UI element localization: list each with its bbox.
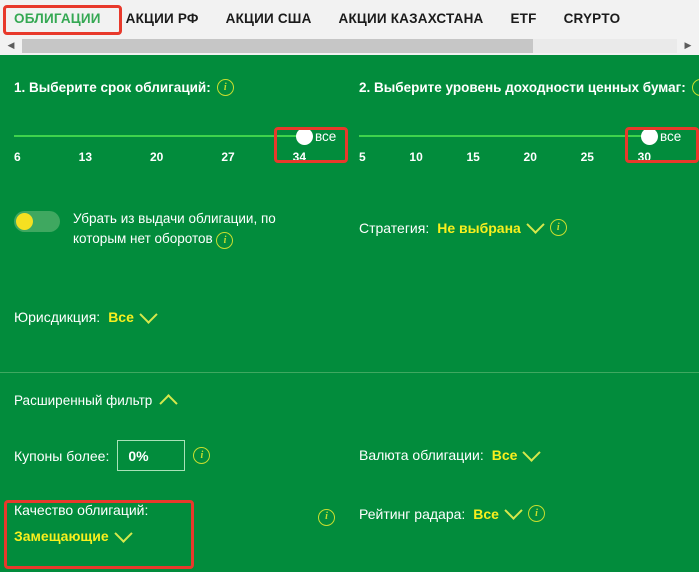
step2-title-row: 2. Выберите уровень доходности ценных бу… <box>359 79 699 96</box>
advanced-filter-toggle[interactable]: Расширенный фильтр <box>14 393 175 408</box>
toggle-knob <box>16 213 33 230</box>
step1-slider[interactable]: все 6 13 20 27 34 <box>14 117 344 171</box>
scroll-right-arrow-icon[interactable]: ▶ <box>677 37 699 55</box>
quality-label: Качество облигаций: <box>14 502 148 518</box>
term-slider-knob[interactable] <box>296 128 313 145</box>
tab-stocks-rf[interactable]: АКЦИИ РФ <box>126 11 199 26</box>
yield-slider-track[interactable] <box>359 135 647 137</box>
strategy-value[interactable]: Не выбрана <box>437 220 521 236</box>
quality-value[interactable]: Замещающие <box>14 528 109 544</box>
step2-slider[interactable]: все 5 10 15 20 25 30 <box>359 117 689 171</box>
filter-panel: 1. Выберите срок облигаций: i все 6 13 2… <box>0 59 699 572</box>
advanced-filter-chevron-up-icon[interactable] <box>160 394 178 412</box>
yield-tick-4: 25 <box>581 150 594 164</box>
tab-stocks-usa[interactable]: АКЦИИ США <box>226 11 312 26</box>
jurisdiction-chevron-down-icon[interactable] <box>139 305 157 323</box>
step2-title: 2. Выберите уровень доходности ценных бу… <box>359 80 686 95</box>
tab-bar: ОБЛИГАЦИИ АКЦИИ РФ АКЦИИ США АКЦИИ КАЗАХ… <box>0 0 699 36</box>
term-tick-2: 20 <box>150 150 163 164</box>
jurisdiction-label: Юрисдикция: <box>14 309 100 325</box>
term-slider-ticks: 6 13 20 27 34 <box>14 150 306 164</box>
jurisdiction-value[interactable]: Все <box>108 309 134 325</box>
yield-slider-ticks: 5 10 15 20 25 30 <box>359 150 651 164</box>
term-tick-3: 27 <box>221 150 234 164</box>
yield-tick-3: 20 <box>524 150 537 164</box>
quality-chevron-down-icon[interactable] <box>114 524 132 542</box>
term-slider-value: все <box>315 129 336 144</box>
tab-obligations[interactable]: ОБЛИГАЦИИ <box>14 11 101 26</box>
turnover-toggle-label: Убрать из выдачи облигации, по которым н… <box>73 209 305 249</box>
step2-section: 2. Выберите уровень доходности ценных бу… <box>359 79 699 96</box>
yield-tick-1: 10 <box>409 150 422 164</box>
scroll-left-arrow-icon[interactable]: ◀ <box>0 37 22 55</box>
quality-info-wrap: i <box>318 506 335 526</box>
rating-label: Рейтинг радара: <box>359 506 465 522</box>
term-tick-1: 13 <box>79 150 92 164</box>
term-tick-0: 6 <box>14 150 21 164</box>
rating-row: Рейтинг радара: Все i <box>359 505 545 522</box>
step1-title-row: 1. Выберите срок облигаций: i <box>14 79 234 96</box>
rating-value[interactable]: Все <box>473 506 499 522</box>
coupons-label: Купоны более: <box>14 448 109 464</box>
yield-tick-5: 30 <box>638 150 651 164</box>
tab-scrollbar[interactable]: ◀ ▶ <box>0 36 699 58</box>
currency-chevron-down-icon[interactable] <box>523 443 541 461</box>
quality-info-icon[interactable]: i <box>318 509 335 526</box>
turnover-toggle-text: Убрать из выдачи облигации, по которым н… <box>73 211 276 246</box>
strategy-row: Стратегия: Не выбрана i <box>359 219 567 236</box>
coupons-row: Купоны более: i <box>14 440 210 471</box>
scrollbar-thumb[interactable] <box>22 39 533 53</box>
step1-info-icon[interactable]: i <box>217 79 234 96</box>
rating-chevron-down-icon[interactable] <box>504 501 522 519</box>
quality-row: Качество облигаций: Замещающие <box>14 502 148 544</box>
yield-slider-knob[interactable] <box>641 128 658 145</box>
step2-info-icon[interactable]: i <box>692 79 699 96</box>
jurisdiction-row: Юрисдикция: Все <box>14 309 155 325</box>
section-divider <box>0 372 699 373</box>
yield-slider[interactable]: все 5 10 15 20 25 30 <box>359 117 689 171</box>
advanced-filter-label: Расширенный фильтр <box>14 393 152 408</box>
yield-tick-2: 15 <box>466 150 479 164</box>
tab-stocks-kazakhstan[interactable]: АКЦИИ КАЗАХСТАНА <box>339 11 484 26</box>
strategy-chevron-down-icon[interactable] <box>526 215 544 233</box>
coupons-input[interactable] <box>117 440 185 471</box>
strategy-info-icon[interactable]: i <box>550 219 567 236</box>
rating-info-icon[interactable]: i <box>528 505 545 522</box>
term-tick-4: 34 <box>293 150 306 164</box>
step1-title: 1. Выберите срок облигаций: <box>14 80 211 95</box>
turnover-toggle-row: Убрать из выдачи облигации, по которым н… <box>14 209 305 249</box>
yield-tick-0: 5 <box>359 150 366 164</box>
coupons-info-icon[interactable]: i <box>193 447 210 464</box>
term-slider[interactable]: все 6 13 20 27 34 <box>14 117 344 171</box>
turnover-info-icon[interactable]: i <box>216 232 233 249</box>
step1-section: 1. Выберите срок облигаций: i <box>14 79 234 96</box>
currency-row: Валюта облигации: Все <box>359 447 538 463</box>
currency-label: Валюта облигации: <box>359 447 484 463</box>
currency-value[interactable]: Все <box>492 447 518 463</box>
turnover-toggle[interactable] <box>14 211 60 232</box>
tab-crypto[interactable]: CRYPTO <box>564 11 621 26</box>
strategy-label: Стратегия: <box>359 220 429 236</box>
scrollbar-track[interactable] <box>22 39 677 53</box>
term-slider-track[interactable] <box>14 135 302 137</box>
tab-etf[interactable]: ETF <box>510 11 536 26</box>
yield-slider-value: все <box>660 129 681 144</box>
